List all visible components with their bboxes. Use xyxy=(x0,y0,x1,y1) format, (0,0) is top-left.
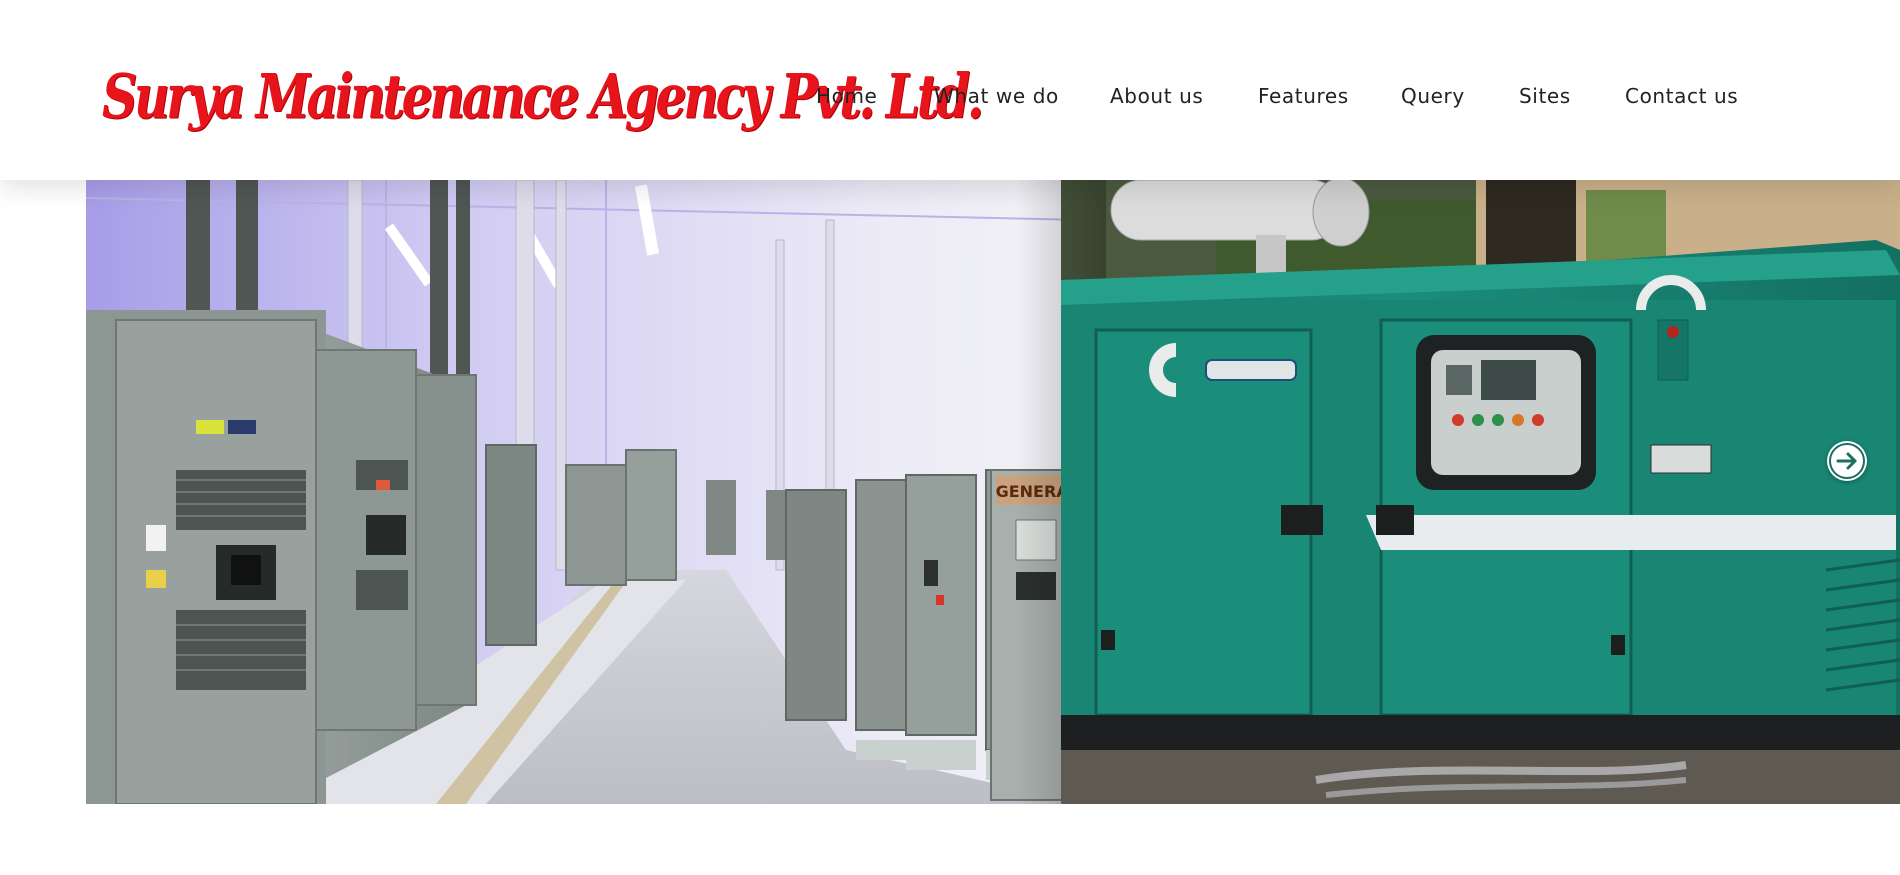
slide-image: GENERAC xyxy=(86,180,1900,804)
nav-sites[interactable]: Sites xyxy=(1519,78,1571,114)
nav-features[interactable]: Features xyxy=(1258,78,1349,114)
nav-home[interactable]: Home xyxy=(816,78,877,114)
site-header: Surya Maintenance Agency Pvt. Ltd. Home … xyxy=(0,0,1900,180)
hero-slider[interactable]: GENERAC xyxy=(86,180,1900,804)
nav-query[interactable]: Query xyxy=(1401,78,1465,114)
slider-next-button[interactable] xyxy=(1827,441,1867,481)
brand-logo[interactable]: Surya Maintenance Agency Pvt. Ltd. xyxy=(102,34,984,159)
nav-what-we-do[interactable]: What we do xyxy=(934,78,1059,114)
arrow-right-circle-icon xyxy=(1829,443,1865,479)
nav-about-us[interactable]: About us xyxy=(1110,78,1203,114)
nav-contact-us[interactable]: Contact us xyxy=(1625,78,1738,114)
